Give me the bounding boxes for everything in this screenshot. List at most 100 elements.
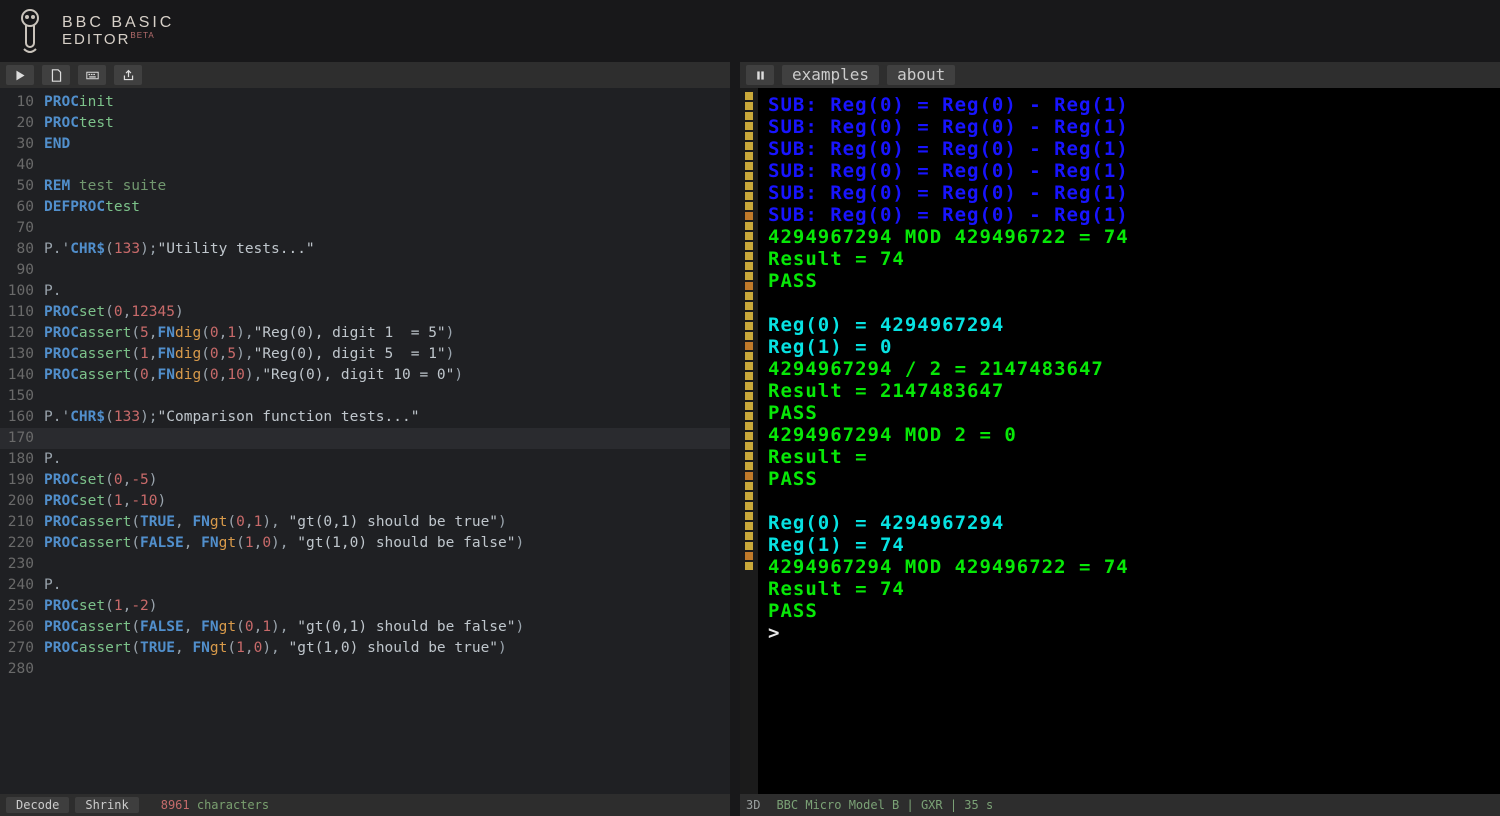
examples-button[interactable]: examples bbox=[782, 65, 879, 85]
code-line[interactable]: P.'CHR$(133);"Comparison function tests.… bbox=[44, 407, 730, 428]
share-button[interactable] bbox=[114, 65, 142, 85]
beta-badge: BETA bbox=[130, 31, 154, 40]
code-editor[interactable]: 1020304050607080901001101201301401501601… bbox=[0, 88, 730, 794]
cassette-segment bbox=[745, 522, 753, 530]
code-line[interactable]: P. bbox=[44, 575, 730, 596]
screen-line: SUB: Reg(0) = Reg(0) - Reg(1) bbox=[768, 94, 1490, 116]
mode-label[interactable]: 3D bbox=[746, 798, 760, 812]
code-line[interactable]: P. bbox=[44, 449, 730, 470]
code-line[interactable] bbox=[44, 260, 730, 281]
code-line[interactable] bbox=[44, 428, 730, 449]
screen-line: SUB: Reg(0) = Reg(0) - Reg(1) bbox=[768, 116, 1490, 138]
cassette-segment bbox=[745, 102, 753, 110]
cassette-segment bbox=[745, 322, 753, 330]
code-line[interactable]: PROCset(0,12345) bbox=[44, 302, 730, 323]
screen-line bbox=[768, 292, 1490, 314]
code-line[interactable]: DEFPROCtest bbox=[44, 197, 730, 218]
code-line[interactable]: PROCassert(FALSE, FNgt(1,0), "gt(1,0) sh… bbox=[44, 533, 730, 554]
cassette-segment bbox=[745, 152, 753, 160]
line-number: 250 bbox=[0, 596, 44, 617]
code-line[interactable] bbox=[44, 554, 730, 575]
run-button[interactable] bbox=[6, 65, 34, 85]
cassette-segment bbox=[745, 352, 753, 360]
cassette-segment bbox=[745, 502, 753, 510]
cassette-segment bbox=[745, 122, 753, 130]
editor-footer: Decode Shrink 8961 characters bbox=[0, 794, 730, 816]
cassette-segment bbox=[745, 462, 753, 470]
cassette-segment bbox=[745, 412, 753, 420]
code-body[interactable]: PROCinitPROCtestEND REM test suiteDEFPRO… bbox=[44, 88, 730, 794]
screen-line: SUB: Reg(0) = Reg(0) - Reg(1) bbox=[768, 182, 1490, 204]
line-number: 150 bbox=[0, 386, 44, 407]
app-title-line2: EDITOR bbox=[62, 31, 130, 48]
line-number: 90 bbox=[0, 260, 44, 281]
line-number: 170 bbox=[0, 428, 44, 449]
screen-line: SUB: Reg(0) = Reg(0) - Reg(1) bbox=[768, 138, 1490, 160]
line-number: 230 bbox=[0, 554, 44, 575]
cassette-segment bbox=[745, 532, 753, 540]
code-line[interactable] bbox=[44, 218, 730, 239]
cassette-segment bbox=[745, 182, 753, 190]
code-line[interactable]: PROCassert(1,FNdig(0,5),"Reg(0), digit 5… bbox=[44, 344, 730, 365]
code-line[interactable] bbox=[44, 155, 730, 176]
code-line[interactable]: END bbox=[44, 134, 730, 155]
cassette-segment bbox=[745, 232, 753, 240]
code-line[interactable]: P. bbox=[44, 281, 730, 302]
cassette-segment bbox=[745, 112, 753, 120]
cassette-segment bbox=[745, 382, 753, 390]
screen-line: 4294967294 / 2 = 2147483647 bbox=[768, 358, 1490, 380]
cassette-segment bbox=[745, 202, 753, 210]
code-line[interactable]: PROCassert(5,FNdig(0,1),"Reg(0), digit 1… bbox=[44, 323, 730, 344]
line-number: 30 bbox=[0, 134, 44, 155]
line-number: 10 bbox=[0, 92, 44, 113]
emulator: SUB: Reg(0) = Reg(0) - Reg(1)SUB: Reg(0)… bbox=[740, 88, 1500, 794]
line-gutter: 1020304050607080901001101201301401501601… bbox=[0, 88, 44, 794]
code-line[interactable]: PROCtest bbox=[44, 113, 730, 134]
screen-line: 4294967294 MOD 2 = 0 bbox=[768, 424, 1490, 446]
code-line[interactable]: PROCassert(TRUE, FNgt(1,0), "gt(1,0) sho… bbox=[44, 638, 730, 659]
screen-line: Reg(1) = 0 bbox=[768, 336, 1490, 358]
decode-button[interactable]: Decode bbox=[6, 797, 69, 813]
code-line[interactable]: P.'CHR$(133);"Utility tests..." bbox=[44, 239, 730, 260]
app-title-line1: BBC BASIC bbox=[62, 15, 174, 32]
code-line[interactable]: PROCset(0,-5) bbox=[44, 470, 730, 491]
cassette-segment bbox=[745, 142, 753, 150]
owl-logo-icon bbox=[16, 7, 44, 55]
cassette-segment bbox=[745, 262, 753, 270]
line-number: 220 bbox=[0, 533, 44, 554]
cassette-segment bbox=[745, 512, 753, 520]
screen-line: PASS bbox=[768, 468, 1490, 490]
char-count-value: 8961 bbox=[161, 798, 190, 812]
new-file-button[interactable] bbox=[42, 65, 70, 85]
emulator-footer: 3D BBC Micro Model B | GXR | 35 s bbox=[740, 794, 1500, 816]
code-line[interactable]: PROCset(1,-10) bbox=[44, 491, 730, 512]
cassette-segment bbox=[745, 362, 753, 370]
cassette-segment bbox=[745, 332, 753, 340]
emulator-screen[interactable]: SUB: Reg(0) = Reg(0) - Reg(1)SUB: Reg(0)… bbox=[758, 88, 1500, 794]
cassette-segment bbox=[745, 442, 753, 450]
screen-line: 4294967294 MOD 429496722 = 74 bbox=[768, 226, 1490, 248]
app-title: BBC BASIC EDITORBETA bbox=[62, 15, 174, 48]
line-number: 240 bbox=[0, 575, 44, 596]
about-button[interactable]: about bbox=[887, 65, 955, 85]
code-line[interactable]: REM test suite bbox=[44, 176, 730, 197]
code-line[interactable]: PROCassert(0,FNdig(0,10),"Reg(0), digit … bbox=[44, 365, 730, 386]
cassette-segment bbox=[745, 92, 753, 100]
screen-line: PASS bbox=[768, 600, 1490, 622]
cassette-segment bbox=[745, 552, 753, 560]
screen-line: Reg(0) = 4294967294 bbox=[768, 314, 1490, 336]
code-line[interactable]: PROCassert(TRUE, FNgt(0,1), "gt(0,1) sho… bbox=[44, 512, 730, 533]
keyboard-button[interactable] bbox=[78, 65, 106, 85]
cassette-segment bbox=[745, 242, 753, 250]
cassette-segment bbox=[745, 282, 753, 290]
cassette-segment bbox=[745, 542, 753, 550]
pause-button[interactable] bbox=[746, 65, 774, 85]
line-number: 260 bbox=[0, 617, 44, 638]
code-line[interactable]: PROCassert(FALSE, FNgt(0,1), "gt(0,1) sh… bbox=[44, 617, 730, 638]
code-line[interactable]: PROCinit bbox=[44, 92, 730, 113]
code-line[interactable]: PROCset(1,-2) bbox=[44, 596, 730, 617]
screen-line: PASS bbox=[768, 270, 1490, 292]
shrink-button[interactable]: Shrink bbox=[75, 797, 138, 813]
code-line[interactable] bbox=[44, 659, 730, 680]
code-line[interactable] bbox=[44, 386, 730, 407]
